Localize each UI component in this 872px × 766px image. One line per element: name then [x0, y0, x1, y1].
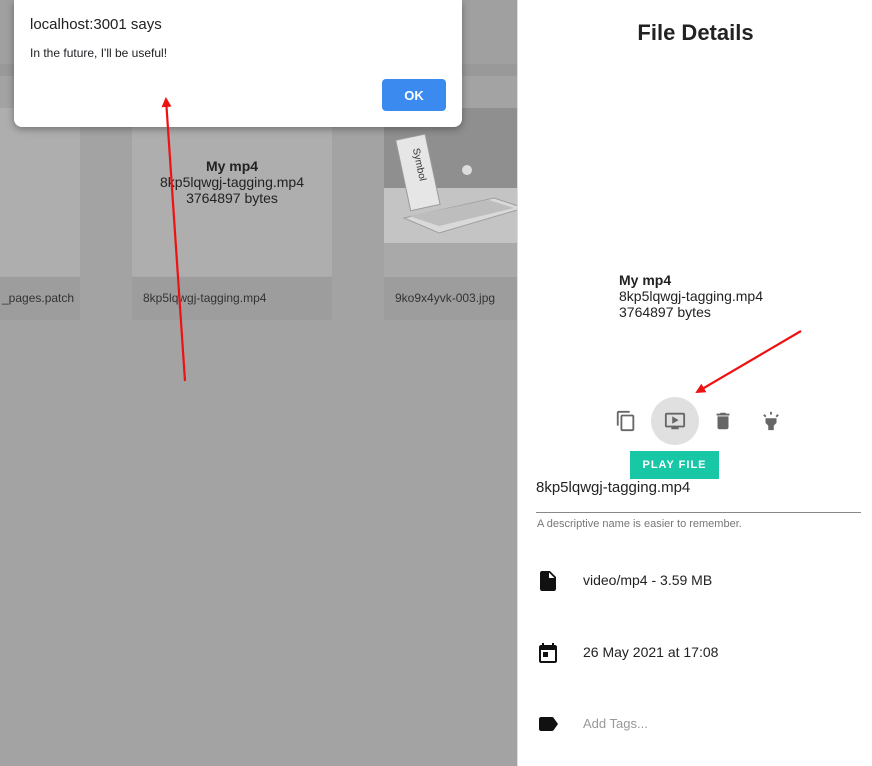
file-preview: [0, 108, 80, 276]
delete-icon: [716, 412, 730, 430]
file-title: My mp4: [619, 272, 672, 288]
file-size: 3764897 bytes: [619, 304, 711, 320]
flashlight-button[interactable]: [747, 397, 795, 445]
copy-button[interactable]: [602, 397, 650, 445]
play-file-button[interactable]: [651, 397, 699, 445]
file-name-value[interactable]: 8kp5lqwgj-tagging.mp4: [536, 479, 690, 496]
file-name-hint: A descriptive name is easier to remember…: [537, 518, 742, 530]
copy-icon: [616, 410, 635, 432]
file-card[interactable]: Symbol 9ko9x4yvk-003.jpg: [384, 108, 517, 320]
file-thumbnail-image: Symbol: [384, 108, 517, 243]
file-name-field[interactable]: 8kp5lqwgj-tagging.mp4: [536, 478, 861, 513]
file-card[interactable]: My mp4 8kp5lqwgj-tagging.mp4 3764897 byt…: [132, 108, 332, 320]
file-date: 26 May 2021 at 17:08: [583, 644, 719, 660]
file-date-row: 26 May 2021 at 17:08: [536, 641, 856, 665]
file-card-filename: 8kp5lqwgj-tagging.mp4: [160, 174, 304, 190]
file-preview-meta: My mp4 8kp5lqwgj-tagging.mp4 3764897 byt…: [619, 272, 763, 320]
file-caption-text: 8kp5lqwgj-tagging.mp4: [143, 291, 267, 305]
file-tags-row[interactable]: Add Tags...: [536, 712, 856, 736]
alert-message: In the future, I'll be useful!: [30, 46, 168, 60]
play-file-icon: [664, 412, 686, 430]
file-card[interactable]: _pages.patch: [0, 108, 80, 320]
file-actions: [518, 397, 872, 445]
panel-title: File Details: [637, 20, 754, 45]
file-caption: 8kp5lqwgj-tagging.mp4: [132, 277, 332, 320]
tags-input[interactable]: Add Tags...: [583, 716, 648, 731]
file-card-size: 3764897 bytes: [186, 190, 278, 206]
alert-dialog: localhost:3001 says In the future, I'll …: [14, 0, 462, 127]
file-type-row: video/mp4 - 3.59 MB: [536, 569, 856, 593]
ok-button[interactable]: OK: [382, 79, 446, 111]
file-icon: [540, 571, 556, 591]
file-caption: _pages.patch: [0, 277, 80, 320]
file-caption-text: _pages.patch: [2, 291, 75, 305]
file-type-info: video/mp4 - 3.59 MB: [583, 572, 713, 588]
alert-title: localhost:3001 says: [30, 16, 162, 33]
file-filename: 8kp5lqwgj-tagging.mp4: [619, 288, 763, 304]
file-card-title: My mp4: [205, 158, 259, 174]
file-caption: 9ko9x4yvk-003.jpg: [384, 277, 517, 320]
calendar-icon: [539, 643, 557, 663]
file-details-panel: File Details My mp4 8kp5lqwgj-tagging.mp…: [517, 0, 872, 766]
delete-button[interactable]: [699, 397, 747, 445]
flashlight-icon: [763, 411, 779, 431]
file-card-meta: My mp4 8kp5lqwgj-tagging.mp4 3764897 byt…: [132, 158, 332, 206]
label-icon: [539, 717, 558, 731]
file-caption-text: 9ko9x4yvk-003.jpg: [395, 291, 496, 305]
play-file-tooltip: PLAY FILE: [630, 451, 719, 479]
